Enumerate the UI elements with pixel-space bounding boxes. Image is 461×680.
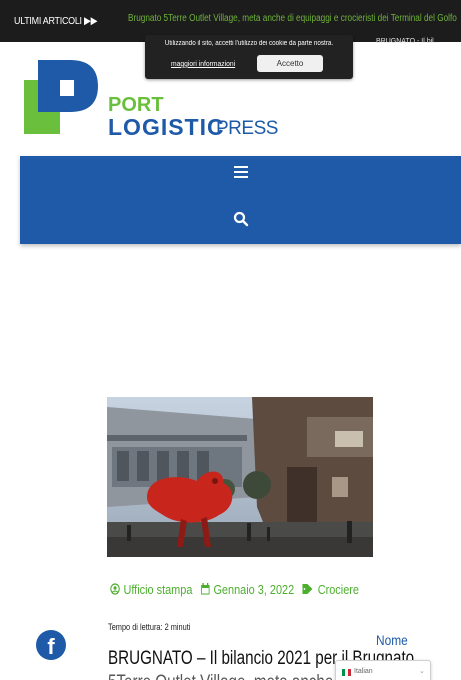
logo-logistic-text: LOGISTIC bbox=[108, 114, 225, 140]
facebook-icon: f bbox=[47, 634, 55, 659]
search-icon[interactable] bbox=[233, 211, 249, 227]
post-author[interactable]: Ufficio stampa bbox=[110, 582, 192, 597]
chevron-down-icon: ⌄ bbox=[419, 668, 425, 675]
post-category[interactable]: Crociere bbox=[302, 582, 359, 597]
post-title-continued[interactable]: 5Terre Outlet Village, meta anche... bbox=[108, 672, 346, 680]
site-logo[interactable]: PORT LOGISTIC PRESS bbox=[24, 60, 278, 140]
post-date[interactable]: Gennaio 3, 2022 bbox=[201, 582, 294, 597]
logo-press-text: PRESS bbox=[216, 118, 278, 139]
featured-post-image[interactable] bbox=[107, 397, 373, 557]
tag-icon bbox=[302, 584, 313, 594]
italian-flag-icon bbox=[342, 669, 351, 676]
hamburger-menu-icon[interactable] bbox=[234, 166, 248, 180]
sidebar-nome-label: Nome bbox=[376, 632, 408, 648]
calendar-icon bbox=[201, 583, 210, 595]
main-navigation-bar bbox=[20, 156, 461, 244]
logo-p-mark-icon bbox=[24, 60, 98, 134]
outlet-village-photo bbox=[107, 397, 373, 557]
language-selector[interactable]: Italian ⌄ bbox=[335, 660, 431, 680]
ticker-next-headline[interactable]: BRUGNATO - Il bil... bbox=[376, 38, 440, 45]
ticker-headline-link[interactable]: Brugnato 5Terre Outlet Village, meta anc… bbox=[128, 13, 457, 24]
post-meta-row: Ufficio stampa Gennaio 3, 2022 Crociere bbox=[110, 578, 367, 600]
reading-time: Tempo di lettura: 2 minuti bbox=[108, 622, 191, 632]
language-current: Italian bbox=[354, 668, 373, 675]
user-icon bbox=[110, 583, 120, 595]
cookie-accept-button[interactable]: Accetto bbox=[257, 55, 323, 72]
facebook-share-button[interactable]: f bbox=[36, 630, 66, 660]
ticker-label: ULTIMI ARTICOLI ▶▶ bbox=[14, 15, 98, 27]
cookie-message: Utilizzando il sito, accetti l'utilizzo … bbox=[164, 40, 334, 47]
double-chevron-right-icon: ▶▶ bbox=[83, 15, 98, 27]
